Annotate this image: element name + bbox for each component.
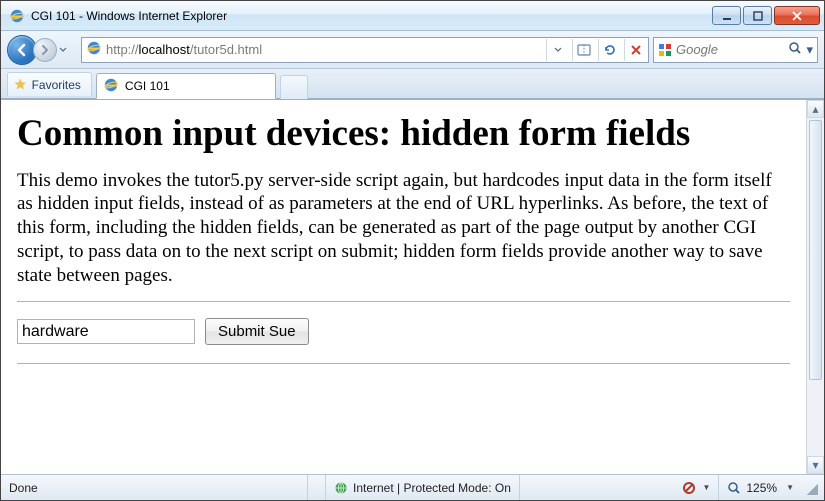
tab-active[interactable]: CGI 101 <box>96 73 276 99</box>
scroll-down-button[interactable]: ▾ <box>807 456 824 474</box>
magnifier-icon <box>727 481 741 495</box>
address-url[interactable]: http://localhost/tutor5d.html <box>106 42 542 57</box>
arrow-right-icon <box>39 44 51 56</box>
zoom-control[interactable]: 125% ▼ <box>718 475 802 500</box>
star-icon: ★ <box>14 76 27 93</box>
close-icon <box>791 11 803 21</box>
status-text: Done <box>7 475 307 500</box>
divider <box>17 301 790 302</box>
nav-history-dropdown[interactable] <box>57 38 69 62</box>
window-title: CGI 101 - Windows Internet Explorer <box>31 9 227 23</box>
compat-view-button[interactable] <box>572 39 594 61</box>
ie-page-icon <box>103 77 119 96</box>
page-paragraph: This demo invokes the tutor5.py server-s… <box>17 169 790 288</box>
submit-button[interactable]: Submit Sue <box>205 318 309 345</box>
document-body: Common input devices: hidden form fields… <box>1 100 806 474</box>
minimize-icon <box>722 11 732 21</box>
address-bar[interactable]: http://localhost/tutor5d.html <box>81 37 649 63</box>
form-row: Submit Sue <box>17 318 790 345</box>
window-minimize-button[interactable] <box>712 6 741 25</box>
chevron-down-icon <box>59 46 67 54</box>
window-close-button[interactable] <box>774 6 820 25</box>
maximize-icon <box>753 11 763 21</box>
window-titlebar: CGI 101 - Windows Internet Explorer <box>1 1 824 31</box>
page-broken-icon <box>577 44 591 56</box>
vertical-scrollbar[interactable]: ▴ ▾ <box>806 100 824 474</box>
navigation-toolbar: http://localhost/tutor5d.html Google ▾ <box>1 31 824 69</box>
magnifier-icon <box>788 41 802 55</box>
arrow-left-icon <box>15 43 29 57</box>
stop-x-icon <box>630 44 642 56</box>
security-zone-label: Internet | Protected Mode: On <box>353 481 511 495</box>
stop-button[interactable] <box>624 39 646 61</box>
forward-button[interactable] <box>33 38 57 62</box>
search-dropdown[interactable]: ▾ <box>806 42 813 58</box>
refresh-button[interactable] <box>598 39 620 61</box>
security-zone[interactable]: Internet | Protected Mode: On <box>325 475 519 500</box>
tab-title: CGI 101 <box>125 79 170 93</box>
status-seg-blank1 <box>307 475 325 500</box>
favorites-label: Favorites <box>32 78 81 92</box>
status-bar: Done Internet | Protected Mode: On ▼ 125… <box>1 474 824 500</box>
scroll-thumb[interactable] <box>809 120 822 380</box>
search-go-button[interactable] <box>788 41 802 58</box>
content-viewport: Common input devices: hidden form fields… <box>1 99 824 474</box>
ie-favicon <box>9 8 25 24</box>
chevron-down-icon <box>554 46 562 54</box>
search-placeholder: Google <box>676 42 784 57</box>
page-heading: Common input devices: hidden form fields <box>17 114 790 155</box>
favorites-button[interactable]: ★ Favorites <box>7 72 92 96</box>
status-icon-tray: ▼ <box>519 475 719 500</box>
address-dropdown[interactable] <box>546 39 568 61</box>
refresh-icon <box>603 43 617 57</box>
tab-strip: ★ Favorites CGI 101 <box>1 69 824 99</box>
globe-icon <box>334 481 348 495</box>
new-tab-button[interactable] <box>280 75 308 99</box>
scroll-up-button[interactable]: ▴ <box>807 100 824 118</box>
privacy-report-icon[interactable] <box>681 480 697 496</box>
status-dropdown-1[interactable]: ▼ <box>702 483 710 492</box>
nav-button-group <box>7 35 77 65</box>
search-box[interactable]: Google ▾ <box>653 37 818 63</box>
zoom-value: 125% <box>746 481 777 495</box>
google-g-icon <box>658 43 672 57</box>
ie-page-icon <box>86 40 102 59</box>
status-left-label: Done <box>9 481 38 495</box>
zoom-dropdown[interactable]: ▼ <box>786 483 794 492</box>
window-maximize-button[interactable] <box>743 6 772 25</box>
resize-grip[interactable] <box>804 481 818 495</box>
job-text-input[interactable] <box>17 319 195 344</box>
divider <box>17 363 790 364</box>
